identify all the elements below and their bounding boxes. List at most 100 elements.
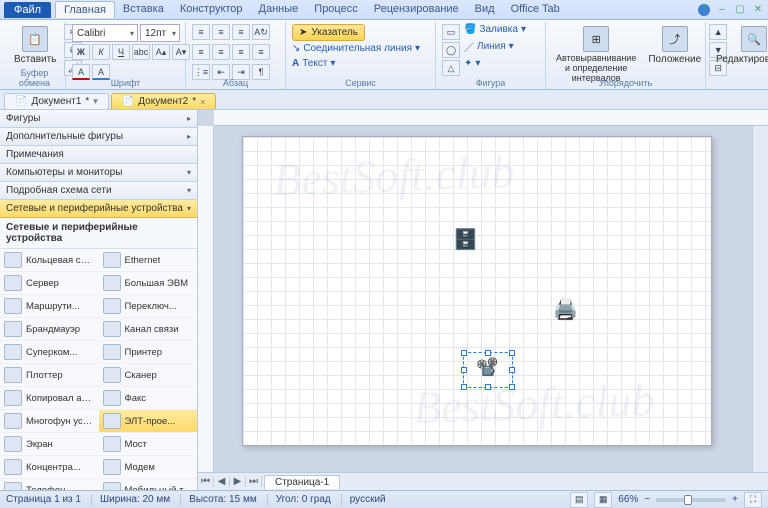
- shape-item[interactable]: Большая ЭВМ: [99, 272, 198, 295]
- tab-view[interactable]: Вид: [467, 1, 503, 18]
- font-name-combo[interactable]: Calibri: [72, 24, 138, 42]
- shape-label: Мобильный телефон: [125, 485, 194, 491]
- shape-item[interactable]: Экран: [0, 433, 99, 456]
- font-size-combo[interactable]: 12пт: [140, 24, 180, 42]
- align-top-button[interactable]: ≡: [192, 24, 210, 40]
- fill-button[interactable]: 🪣Заливка▾: [464, 24, 526, 35]
- canvas-object-printer[interactable]: 🖨️: [553, 297, 578, 322]
- shape-item[interactable]: Телефон: [0, 479, 99, 490]
- page-last-button[interactable]: ⏭: [246, 476, 262, 487]
- shape-item[interactable]: Копировал аппарат: [0, 387, 99, 410]
- zoom-in-button[interactable]: +: [732, 494, 738, 505]
- bold-button[interactable]: Ж: [72, 44, 90, 60]
- zoom-slider[interactable]: [656, 498, 726, 502]
- shape-item[interactable]: Кольцевая сеть: [0, 249, 99, 272]
- shape-item[interactable]: Принтер: [99, 341, 198, 364]
- close-icon[interactable]: ▾: [93, 96, 98, 107]
- italic-button[interactable]: К: [92, 44, 110, 60]
- connector-tool[interactable]: ↘ Соединительная линия▾: [292, 43, 420, 54]
- tab-home[interactable]: Главная: [55, 1, 115, 18]
- selection-box[interactable]: 📽️: [463, 352, 513, 388]
- shape-item[interactable]: Переключ...: [99, 295, 198, 318]
- acc-network-detail[interactable]: Подробная схема сети▾: [0, 182, 197, 200]
- close-icon[interactable]: ✕: [752, 4, 764, 16]
- tab-design[interactable]: Конструктор: [172, 1, 251, 18]
- justify-button[interactable]: ≡: [252, 44, 270, 60]
- shape-gallery-1[interactable]: ▭: [442, 24, 460, 40]
- pointer-tool-button[interactable]: ➤ Указатель: [292, 24, 365, 41]
- acc-computers[interactable]: Компьютеры и мониторы▾: [0, 164, 197, 182]
- shape-item[interactable]: Многофун устройство: [0, 410, 99, 433]
- acc-peripherals[interactable]: Сетевые и периферийные устройства▾: [0, 200, 197, 218]
- page-next-button[interactable]: ▶: [230, 476, 246, 487]
- page-prev-button[interactable]: ◀: [214, 476, 230, 487]
- maximize-icon[interactable]: ▢: [734, 4, 746, 16]
- align-right-button[interactable]: ≡: [232, 44, 250, 60]
- position-button[interactable]: ⤴ Положение: [644, 24, 705, 67]
- shape-gallery-3[interactable]: △: [442, 60, 460, 76]
- shape-item[interactable]: Плоттер: [0, 364, 99, 387]
- auto-align-button[interactable]: ⊞ Автовыравнивание и определение интерва…: [552, 24, 640, 86]
- paste-icon: 📋: [22, 26, 48, 52]
- canvas-viewport[interactable]: BestSoft.club BestSoft.club 🗄️ 🖨️ 📽️: [214, 126, 768, 472]
- zoom-out-button[interactable]: −: [644, 494, 650, 505]
- doctab-1[interactable]: 📄 Документ1* ▾: [4, 93, 109, 109]
- shape-item[interactable]: Сканер: [99, 364, 198, 387]
- tab-officetab[interactable]: Office Tab: [503, 1, 568, 18]
- drawing-page[interactable]: BestSoft.club BestSoft.club 🗄️ 🖨️ 📽️: [242, 136, 712, 446]
- page-tab-1[interactable]: Страница-1: [264, 475, 340, 489]
- shape-item[interactable]: Канал связи: [99, 318, 198, 341]
- shape-item[interactable]: Сервер: [0, 272, 99, 295]
- grow-font-button[interactable]: A▴: [152, 44, 170, 60]
- ribbon-tabs: Главная Вставка Конструктор Данные Проце…: [55, 1, 568, 18]
- tab-process[interactable]: Процесс: [306, 1, 365, 18]
- align-left-button[interactable]: ≡: [192, 44, 210, 60]
- minimize-icon[interactable]: –: [716, 4, 728, 16]
- shape-item[interactable]: Ethernet: [99, 249, 198, 272]
- shape-icon: [103, 390, 121, 406]
- doctab-2[interactable]: 📄 Документ2* ×: [111, 93, 217, 109]
- text-tool[interactable]: A Текст▾: [292, 58, 335, 69]
- strike-button[interactable]: abc: [132, 44, 150, 60]
- orientation-button[interactable]: A↻: [252, 24, 270, 40]
- canvas-object-projector[interactable]: 📽️: [476, 357, 498, 378]
- page-first-button[interactable]: ⏮: [198, 476, 214, 487]
- shape-item[interactable]: Модем: [99, 456, 198, 479]
- tab-insert[interactable]: Вставка: [115, 1, 172, 18]
- close-icon[interactable]: ×: [200, 97, 205, 107]
- zoom-level[interactable]: 66%: [618, 494, 638, 505]
- shape-item[interactable]: Маршрути...: [0, 295, 99, 318]
- acc-shapes[interactable]: Фигуры▸: [0, 110, 197, 128]
- align-bottom-button[interactable]: ≡: [232, 24, 250, 40]
- tab-review[interactable]: Рецензирование: [366, 1, 467, 18]
- paste-button[interactable]: 📋 Вставить: [10, 24, 60, 67]
- acc-more-shapes[interactable]: Дополнительные фигуры▸: [0, 128, 197, 146]
- shape-item[interactable]: Брандмауэр: [0, 318, 99, 341]
- edit-button[interactable]: 🔍 Редактирование: [712, 24, 768, 67]
- underline-button[interactable]: Ч: [112, 44, 130, 60]
- status-lang[interactable]: русский: [341, 494, 386, 505]
- shape-item[interactable]: Мобильный телефон: [99, 479, 198, 490]
- effects-button[interactable]: ✦▾: [464, 58, 526, 69]
- shape-gallery-2[interactable]: ◯: [442, 42, 460, 58]
- shape-grid: Кольцевая сетьEthernetСерверБольшая ЭВММ…: [0, 249, 197, 490]
- align-middle-button[interactable]: ≡: [212, 24, 230, 40]
- shape-item[interactable]: ЭЛТ-прое...: [99, 410, 198, 433]
- align-center-button[interactable]: ≡: [212, 44, 230, 60]
- file-menu[interactable]: Файл: [4, 2, 51, 18]
- shape-item[interactable]: Мост: [99, 433, 198, 456]
- acc-notes[interactable]: Примечания: [0, 146, 197, 164]
- shape-item[interactable]: Суперком...: [0, 341, 99, 364]
- shapes-panel: Фигуры▸ Дополнительные фигуры▸ Примечани…: [0, 110, 198, 490]
- shape-icon: [4, 390, 22, 406]
- fit-page-button[interactable]: ⛶: [744, 492, 762, 508]
- view-normal-icon[interactable]: ▤: [570, 492, 588, 508]
- tab-data[interactable]: Данные: [251, 1, 307, 18]
- view-full-icon[interactable]: ▦: [594, 492, 612, 508]
- shape-item[interactable]: Факс: [99, 387, 198, 410]
- shape-item[interactable]: Концентра...: [0, 456, 99, 479]
- help-icon[interactable]: ?: [698, 4, 710, 16]
- canvas-object-server[interactable]: 🗄️: [453, 227, 478, 252]
- line-button[interactable]: ／Линия▾: [464, 39, 526, 54]
- scrollbar-vertical[interactable]: [752, 126, 768, 472]
